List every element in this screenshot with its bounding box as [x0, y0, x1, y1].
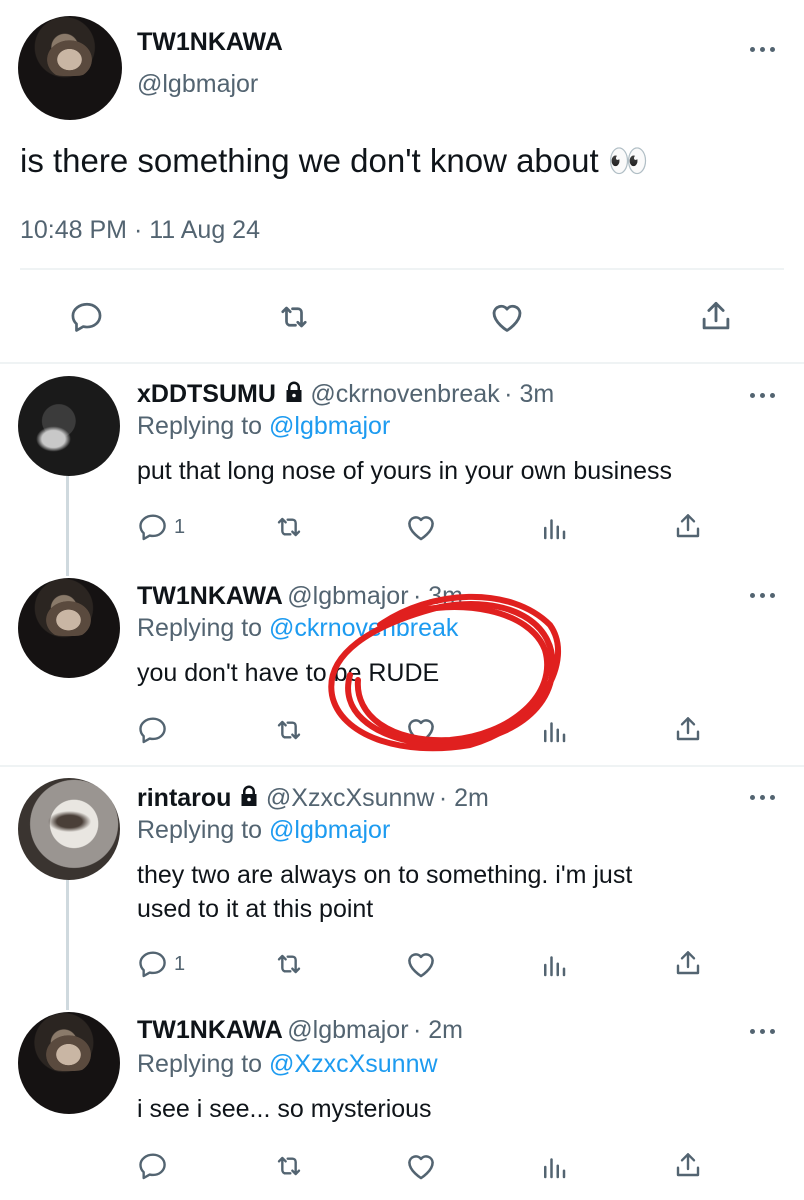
retweet-icon[interactable] — [272, 511, 306, 543]
analytics-icon[interactable] — [539, 513, 569, 543]
retweet-icon[interactable] — [272, 948, 306, 980]
analytics-icon[interactable] — [539, 950, 569, 980]
author-name[interactable]: xDDTSUMU — [137, 380, 276, 408]
reply-icon[interactable] — [69, 299, 105, 335]
reply-icon[interactable] — [137, 1150, 169, 1182]
share-icon[interactable] — [672, 1149, 704, 1181]
retweet-icon[interactable] — [272, 714, 306, 746]
reply-count: 1 — [174, 516, 186, 538]
lock-icon — [237, 784, 261, 808]
more-icon[interactable] — [750, 590, 780, 600]
author-handle[interactable]: @ckrnovenbreak — [310, 380, 499, 408]
author-handle[interactable]: @lgbmajor — [137, 70, 258, 99]
reply-header: TW1NKAWA @lgbmajor · 2m — [137, 1016, 463, 1045]
more-icon[interactable] — [750, 792, 780, 802]
replying-to-label: Replying to — [137, 412, 263, 440]
replying-to: Replying to @lgbmajor — [137, 412, 390, 441]
divider — [0, 362, 804, 364]
eyes-emoji: 👀 — [607, 142, 649, 179]
reply-time[interactable]: · 2m — [413, 1016, 463, 1044]
author-name[interactable]: TW1NKAWA — [137, 582, 283, 610]
reply-icon[interactable] — [137, 948, 169, 980]
divider — [20, 268, 784, 270]
thread-line — [66, 476, 69, 576]
replying-to-label: Replying to — [137, 614, 263, 642]
avatar[interactable] — [18, 578, 120, 678]
replying-to: Replying to @XzxcXsunnw — [137, 1050, 438, 1079]
reply-header: rintarou @XzxcXsunnw · 2m — [137, 784, 489, 813]
reply-header: xDDTSUMU @ckrnovenbreak · 3m — [137, 380, 554, 409]
reply-text: they two are always on to something. i'm… — [137, 861, 633, 889]
replying-to-label: Replying to — [137, 1050, 263, 1078]
more-icon[interactable] — [750, 44, 780, 54]
share-icon[interactable] — [672, 713, 704, 745]
like-icon[interactable] — [404, 947, 438, 981]
tweet-text: is there something we don't know about 👀 — [20, 142, 649, 181]
retweet-icon[interactable] — [274, 299, 314, 335]
reply-text: i see i see... so mysterious — [137, 1095, 432, 1123]
share-icon[interactable] — [672, 510, 704, 542]
tweet-text-content: is there something we don't know about — [20, 142, 599, 179]
author-name[interactable]: TW1NKAWA — [137, 1016, 283, 1044]
red-circle-annotation — [328, 593, 562, 752]
replying-to: Replying to @lgbmajor — [137, 816, 390, 845]
author-handle[interactable]: @lgbmajor — [287, 1016, 408, 1044]
lock-icon — [282, 380, 306, 404]
replying-to-link[interactable]: @XzxcXsunnw — [269, 1050, 438, 1078]
tweet-timestamp[interactable]: 10:48 PM · 11 Aug 24 — [20, 216, 260, 245]
replying-to-label: Replying to — [137, 816, 263, 844]
avatar[interactable] — [18, 778, 120, 880]
like-icon[interactable] — [488, 298, 526, 336]
share-icon[interactable] — [697, 297, 735, 335]
divider — [0, 765, 804, 767]
more-icon[interactable] — [750, 390, 780, 400]
reply-text: used to it at this point — [137, 895, 374, 923]
author-name[interactable]: rintarou — [137, 784, 231, 812]
author-name[interactable]: TW1NKAWA — [137, 28, 283, 57]
reply-icon[interactable] — [137, 511, 169, 543]
like-icon[interactable] — [404, 510, 438, 544]
reply-icon[interactable] — [137, 714, 169, 746]
like-icon[interactable] — [404, 1149, 438, 1183]
thread-line — [66, 880, 69, 1010]
more-icon[interactable] — [750, 1026, 780, 1036]
reply-time[interactable]: · 2m — [439, 784, 489, 812]
author-handle[interactable]: @XzxcXsunnw — [266, 784, 435, 812]
replying-to-link[interactable]: @lgbmajor — [269, 412, 390, 440]
reply-count: 1 — [174, 953, 186, 975]
avatar[interactable] — [18, 1012, 120, 1114]
retweet-icon[interactable] — [272, 1150, 306, 1182]
avatar[interactable] — [18, 376, 120, 476]
replying-to-link[interactable]: @lgbmajor — [269, 816, 390, 844]
reply-time[interactable]: · 3m — [504, 380, 554, 408]
reply-text: put that long nose of yours in your own … — [137, 457, 673, 485]
analytics-icon[interactable] — [539, 1152, 569, 1182]
share-icon[interactable] — [672, 947, 704, 979]
avatar[interactable] — [18, 16, 122, 120]
